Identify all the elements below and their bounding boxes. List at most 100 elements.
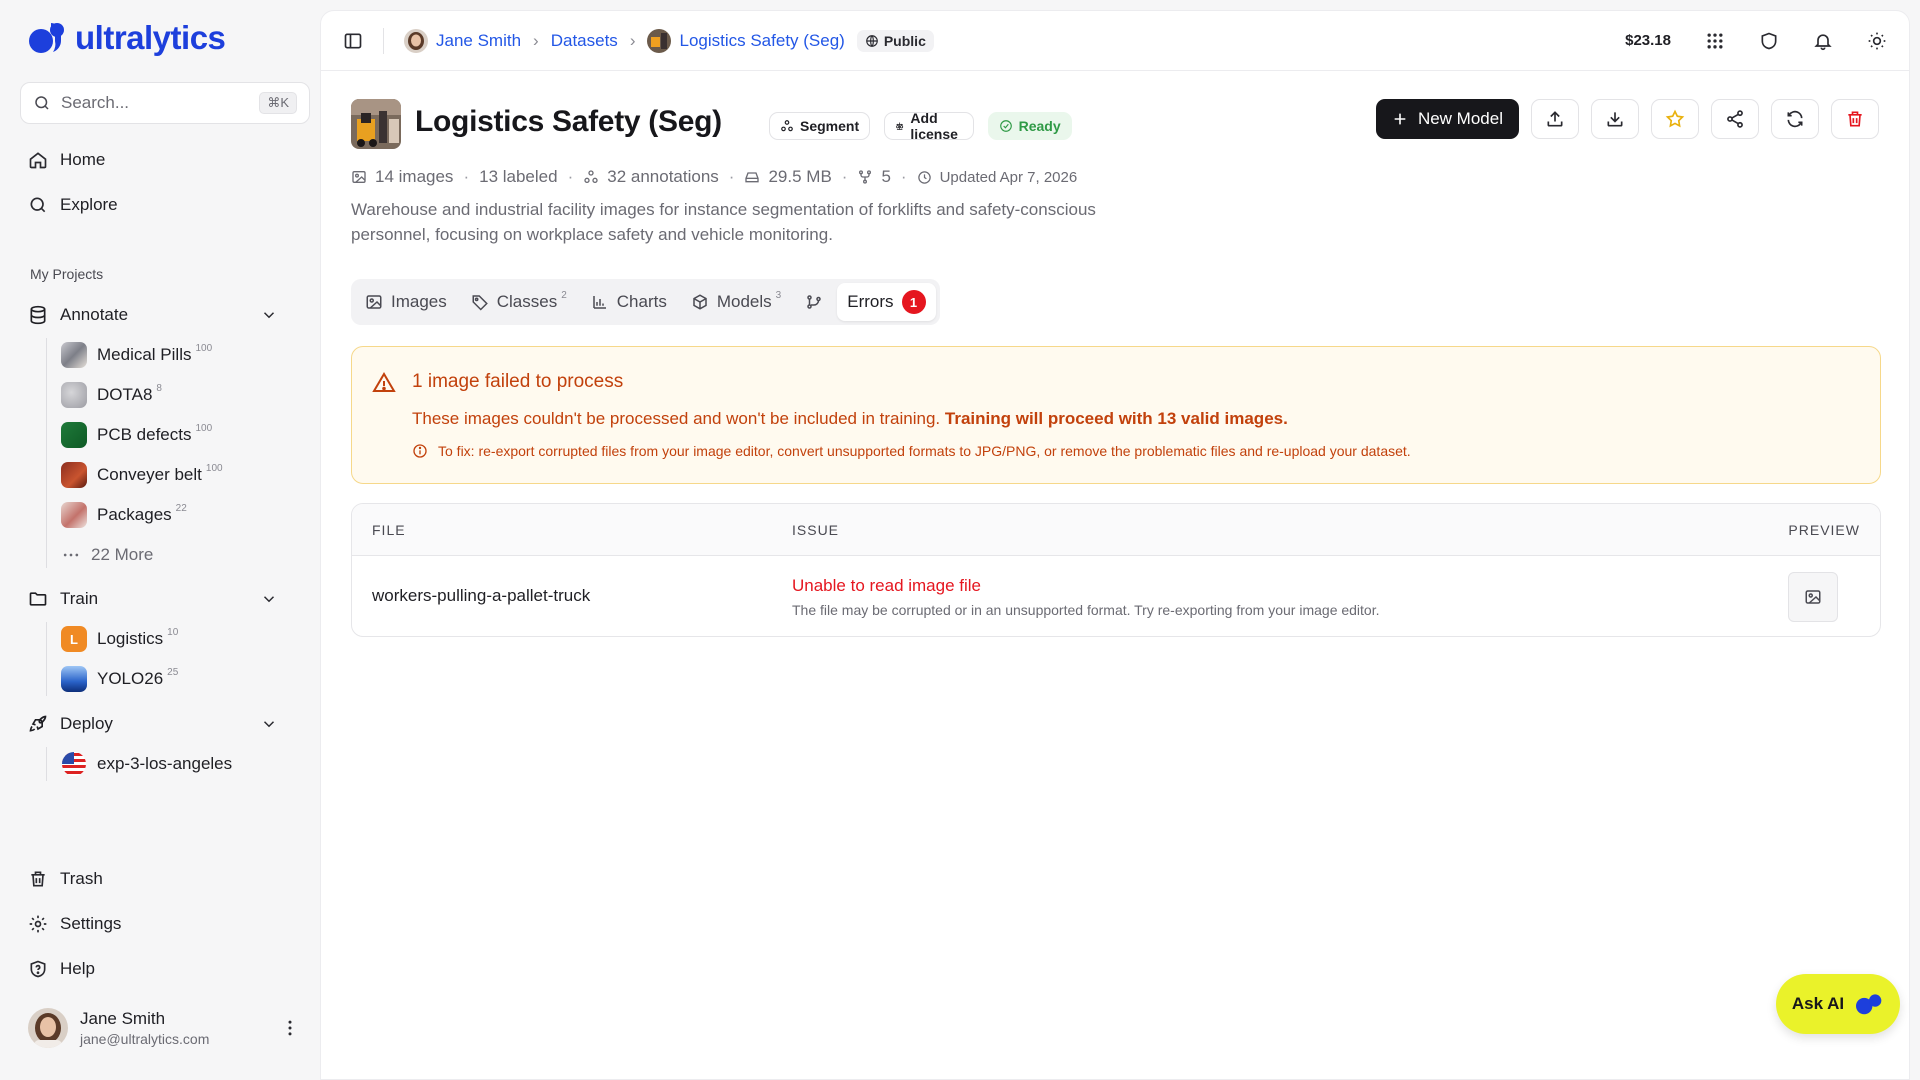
download-button[interactable]	[1591, 99, 1639, 139]
nav-explore[interactable]: Explore	[28, 190, 118, 220]
project-initial-avatar: L	[61, 626, 87, 652]
upload-button[interactable]	[1531, 99, 1579, 139]
search-icon	[35, 96, 49, 110]
search-input[interactable]: Search...	[61, 93, 249, 113]
column-issue: ISSUE	[792, 522, 840, 538]
project-packages[interactable]: Packages 22	[61, 500, 187, 530]
nav-settings[interactable]: Settings	[28, 909, 121, 939]
kebab-menu-icon[interactable]	[280, 1018, 300, 1038]
app-root: ultralytics Search... ⌘K Home Explore My…	[0, 0, 1920, 1080]
info-icon	[413, 444, 427, 458]
ultralytics-logo-icon	[29, 23, 64, 53]
alert-fix-text: To fix: re-export corrupted files from y…	[438, 443, 1411, 459]
status-badge: Ready	[987, 112, 1072, 140]
dataset-mini-thumbnail	[647, 28, 672, 53]
help-shield-icon	[30, 960, 46, 978]
share-button[interactable]	[1711, 99, 1759, 139]
more-projects-label: 22 More	[91, 545, 154, 564]
table-header: FILE ISSUE PREVIEW	[352, 504, 1880, 556]
project-dota8[interactable]: DOTA8 8	[61, 380, 162, 410]
home-icon	[29, 152, 47, 169]
ask-ai-button[interactable]: Ask AI	[1776, 974, 1900, 1034]
bell-icon[interactable]	[1813, 31, 1833, 51]
apps-grid-icon[interactable]	[1705, 31, 1725, 51]
preview-thumbnail[interactable]	[1788, 572, 1838, 622]
breadcrumb-dataset[interactable]: Logistics Safety (Seg)	[647, 28, 845, 53]
task-badge[interactable]: Segment	[769, 112, 871, 140]
meta-separator: ·	[841, 167, 848, 186]
breadcrumb-user-label: Jane Smith	[436, 30, 522, 50]
star-icon	[1665, 109, 1685, 128]
breadcrumb: Jane Smith › Datasets › Logistics Safety…	[383, 27, 934, 54]
refresh-icon	[1787, 110, 1803, 128]
user-profile[interactable]: Jane Smith jane@ultralytics.com	[28, 1008, 300, 1048]
tab-charts[interactable]: Charts	[581, 283, 677, 321]
project-label: Logistics	[97, 629, 164, 648]
star-button[interactable]	[1651, 99, 1699, 139]
project-count: 8	[156, 382, 162, 394]
logo[interactable]: ultralytics	[27, 19, 226, 57]
breadcrumb-datasets[interactable]: Datasets	[551, 31, 618, 51]
project-label: YOLO26	[97, 669, 164, 688]
train-group-toggle[interactable]: Train	[28, 584, 278, 614]
search-bar[interactable]: Search... ⌘K	[20, 82, 310, 124]
project-count: 10	[167, 626, 179, 638]
meta-separator: ·	[463, 167, 470, 186]
tab-classes[interactable]: Classes 2	[461, 283, 577, 321]
sun-theme-icon[interactable]	[1867, 31, 1887, 51]
chevron-down-icon	[263, 721, 275, 728]
plus-icon	[1394, 113, 1406, 125]
us-flag-icon	[62, 752, 86, 776]
project-conveyer-belt[interactable]: Conveyer belt 100	[61, 460, 223, 490]
deployment-exp-3-los-angeles[interactable]: exp-3-los-angeles	[61, 749, 232, 779]
error-issue-detail: The file may be corrupted or in an unsup…	[792, 602, 1380, 618]
more-dots-icon	[63, 553, 79, 557]
task-badge-label: Segment	[800, 118, 860, 134]
new-model-button[interactable]: New Model	[1375, 99, 1519, 139]
project-label: DOTA8	[97, 385, 153, 404]
project-thumbnail	[61, 666, 87, 692]
visibility-badge[interactable]: Public	[856, 29, 934, 52]
sidebar-toggle-icon[interactable]	[343, 31, 363, 51]
shield-icon[interactable]	[1759, 31, 1779, 51]
table-row: workers-pulling-a-pallet-truck Unable to…	[352, 556, 1880, 636]
nav-home[interactable]: Home	[28, 145, 105, 175]
more-projects-link[interactable]: 22 More	[61, 540, 153, 570]
delete-button[interactable]	[1831, 99, 1879, 139]
project-medical-pills[interactable]: Medical Pills 100	[61, 340, 212, 370]
fork-icon	[859, 170, 872, 184]
clock-icon	[917, 170, 931, 184]
nav-trash-label: Trash	[60, 869, 103, 888]
tab-images[interactable]: Images	[355, 283, 457, 321]
project-yolo26[interactable]: YOLO26 25	[61, 664, 178, 694]
bar-chart-icon	[593, 296, 606, 309]
user-email: jane@ultralytics.com	[80, 1031, 210, 1047]
tree-line	[46, 338, 47, 568]
meta-annotations: 32 annotations	[607, 167, 719, 186]
tab-models[interactable]: Models 3	[681, 283, 791, 321]
image-placeholder-icon	[1805, 590, 1821, 604]
refresh-button[interactable]	[1771, 99, 1819, 139]
tab-classes-count: 2	[561, 289, 567, 301]
upload-icon	[1547, 111, 1563, 127]
credit-balance[interactable]: $23.18	[1625, 32, 1671, 49]
deploy-label: Deploy	[60, 714, 113, 733]
column-file: FILE	[372, 522, 406, 538]
project-thumbnail	[61, 382, 87, 408]
meta-images: 14 images	[375, 167, 454, 186]
project-pcb-defects[interactable]: PCB defects 100	[61, 420, 212, 450]
project-label: PCB defects	[97, 425, 192, 444]
breadcrumb-user[interactable]: Jane Smith	[404, 28, 522, 53]
add-license-button[interactable]: Add license	[884, 110, 974, 142]
meta-separator: ·	[567, 167, 574, 186]
project-logistics[interactable]: L Logistics 10	[61, 624, 178, 654]
meta-separator: ·	[900, 167, 907, 186]
nav-help[interactable]: Help	[28, 954, 95, 984]
nav-trash[interactable]: Trash	[28, 864, 103, 894]
alert-body-strong: Training will proceed with 13 valid imag…	[944, 409, 1288, 428]
user-info: Jane Smith jane@ultralytics.com	[80, 1009, 209, 1047]
deploy-group-toggle[interactable]: Deploy	[28, 709, 278, 739]
tab-versions[interactable]	[795, 283, 833, 321]
annotate-group-toggle[interactable]: Annotate	[28, 300, 278, 330]
tab-errors[interactable]: Errors 1	[837, 283, 936, 321]
